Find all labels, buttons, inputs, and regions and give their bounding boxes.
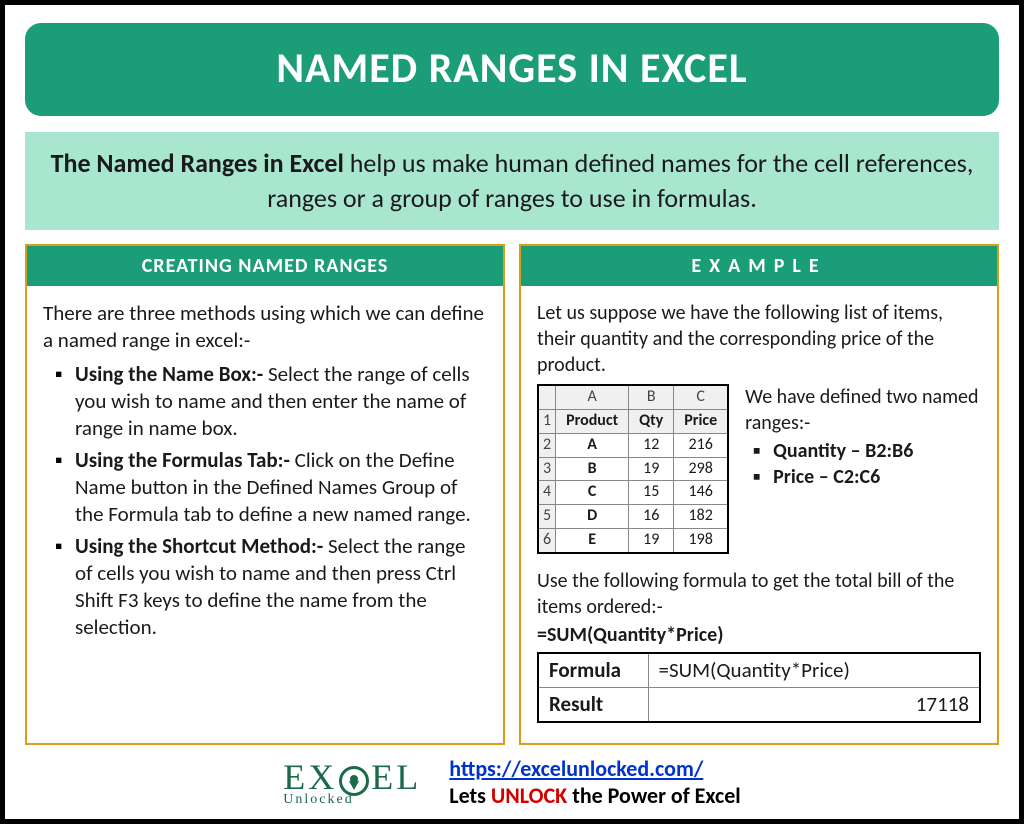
- left-panel: CREATING NAMED RANGES There are three me…: [25, 244, 505, 745]
- logo-subtext: Unlocked: [283, 792, 353, 808]
- footer-tagline: Lets UNLOCK the Power of Excel: [449, 782, 740, 809]
- table-row: 4C15146: [538, 481, 728, 505]
- methods-list: Using the Name Box:- Select the range of…: [43, 361, 487, 642]
- page-title: NAMED RANGES IN EXCEL: [25, 23, 999, 116]
- result-value: 17118: [648, 688, 980, 723]
- keyhole-icon: [339, 766, 369, 796]
- footer: EXEL Unlocked https://excelunlocked.com/…: [25, 755, 999, 809]
- result-formula-value: =SUM(Quantity*Price): [648, 653, 980, 688]
- table-header: Product: [556, 409, 629, 433]
- left-panel-header: CREATING NAMED RANGES: [27, 246, 503, 286]
- row-number: 1: [538, 409, 556, 433]
- result-formula-label: Formula: [538, 653, 648, 688]
- formula-text: =SUM(Quantity*Price): [537, 622, 981, 648]
- method-item: Using the Shortcut Method:- Select the r…: [55, 533, 487, 642]
- corner-cell: [538, 385, 556, 409]
- example-top: A B C 1 Product Qty Price 2A12216 3B1929…: [537, 384, 981, 554]
- table-row: 3B19298: [538, 457, 728, 481]
- range-item: Quantity – B2:B6: [753, 438, 981, 464]
- example-lead: Let us suppose we have the following lis…: [537, 300, 981, 378]
- left-lead: There are three methods using which we c…: [43, 300, 487, 355]
- ranges-side: We have defined two named ranges:- Quant…: [745, 384, 981, 490]
- logo-wrap: EXEL Unlocked: [283, 756, 421, 808]
- ranges-intro: We have defined two named ranges:-: [745, 384, 981, 436]
- logo: EXEL Unlocked: [283, 756, 421, 808]
- col-header: C: [674, 385, 728, 409]
- ranges-list: Quantity – B2:B6 Price – C2:C6: [745, 438, 981, 490]
- right-panel-header: EXAMPLE: [521, 246, 997, 286]
- right-panel: EXAMPLE Let us suppose we have the follo…: [519, 244, 999, 745]
- footer-link[interactable]: https://excelunlocked.com/: [449, 755, 703, 782]
- col-header: A: [556, 385, 629, 409]
- table-row: 5D16182: [538, 505, 728, 529]
- intro-rest: help us make human defined names for the…: [267, 147, 973, 214]
- result-table: Formula =SUM(Quantity*Price) Result 1711…: [537, 652, 981, 724]
- data-table: A B C 1 Product Qty Price 2A12216 3B1929…: [537, 384, 729, 554]
- right-panel-body: Let us suppose we have the following lis…: [521, 286, 997, 737]
- columns: CREATING NAMED RANGES There are three me…: [25, 244, 999, 745]
- intro-box: The Named Ranges in Excel help us make h…: [25, 132, 999, 230]
- table-row: 2A12216: [538, 433, 728, 457]
- table-header: Price: [674, 409, 728, 433]
- col-header: B: [629, 385, 674, 409]
- table-header: Qty: [629, 409, 674, 433]
- method-item: Using the Formulas Tab:- Click on the De…: [55, 447, 487, 529]
- method-item: Using the Name Box:- Select the range of…: [55, 361, 487, 443]
- table-row: 6E19198: [538, 528, 728, 552]
- intro-bold: The Named Ranges in Excel: [51, 147, 344, 179]
- result-label: Result: [538, 688, 648, 723]
- left-panel-body: There are three methods using which we c…: [27, 286, 503, 660]
- range-item: Price – C2:C6: [753, 464, 981, 490]
- formula-intro: Use the following formula to get the tot…: [537, 568, 981, 620]
- footer-text: https://excelunlocked.com/ Lets UNLOCK t…: [449, 755, 740, 809]
